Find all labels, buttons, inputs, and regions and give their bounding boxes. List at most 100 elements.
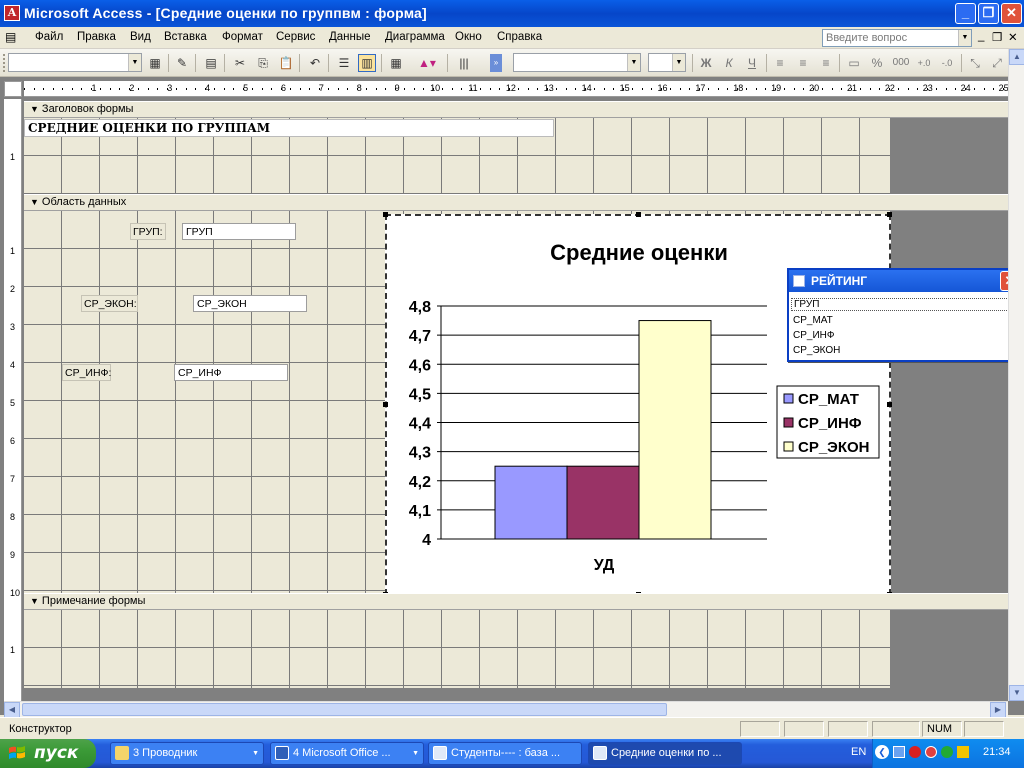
undo-icon[interactable]: ↶ — [306, 54, 324, 72]
view-icon[interactable]: ✎ — [173, 54, 191, 72]
angle-text-up-icon[interactable]: ⤢ — [988, 54, 1006, 72]
horizontal-scrollbar[interactable]: ◀ ▶ — [4, 701, 1008, 718]
align-right-icon[interactable]: ≡ — [817, 54, 835, 72]
section-footer-bar[interactable]: ▼ Примечание формы — [24, 593, 1010, 610]
menu-chart[interactable]: Диаграмма — [385, 31, 445, 43]
chevron-down-icon[interactable]: ▼ — [958, 30, 971, 46]
data-table-icon[interactable]: ▦ — [387, 54, 405, 72]
thousands-button[interactable]: 000 — [890, 54, 912, 72]
copy-icon[interactable]: ⎘ — [254, 54, 272, 72]
align-center-icon[interactable]: ≡ — [794, 54, 812, 72]
field-list-item[interactable]: СР_ЭКОН — [793, 345, 840, 356]
percent-button[interactable]: % — [868, 54, 886, 72]
menu-window[interactable]: Окно — [455, 31, 482, 43]
menu-format[interactable]: Формат — [222, 31, 263, 43]
font-combo[interactable]: ▼ — [513, 53, 641, 72]
italic-button[interactable]: К — [720, 54, 738, 72]
security-icon[interactable] — [925, 746, 937, 758]
language-indicator[interactable]: EN — [851, 746, 866, 758]
menu-data[interactable]: Данные — [329, 31, 371, 43]
section-detail-bar[interactable]: ▼ Область данных — [24, 194, 1010, 211]
by-row-icon[interactable]: ☰ — [335, 54, 353, 72]
section-header-bar[interactable]: ▼ Заголовок формы — [24, 101, 1010, 118]
toolbar-options-icon[interactable]: » — [490, 54, 502, 72]
grup-label[interactable]: ГРУП: — [130, 223, 166, 240]
doc-menu-icon[interactable]: ▤ — [5, 30, 16, 44]
font-size-combo[interactable]: ▼ — [648, 53, 686, 72]
grup-field[interactable]: ГРУП — [182, 223, 296, 240]
sr-inf-label[interactable]: СР_ИНФ: — [62, 364, 111, 381]
task-form[interactable]: Средние оценки по ... — [588, 742, 742, 765]
sr-ekon-label[interactable]: СР_ЭКОН: — [81, 295, 138, 312]
volume-icon[interactable] — [957, 746, 969, 758]
vertical-ruler[interactable]: 1 1 2 3 4 5 6 7 8 9 10 1 — [4, 99, 22, 701]
menu-view[interactable]: Вид — [130, 31, 151, 43]
menu-file[interactable]: Файл — [35, 31, 63, 43]
scroll-up-icon[interactable]: ▲ — [1009, 49, 1024, 65]
field-list-window[interactable]: РЕЙТИНГ ✕ ГРУП СР_МАТ СР_ИНФ СР_ЭКОН — [787, 268, 1024, 362]
chart-legend[interactable]: СР_МАТ СР_ИНФ СР_ЭКОН — [776, 385, 880, 459]
scroll-right-icon[interactable]: ▶ — [990, 702, 1006, 718]
footer-section-grid[interactable] — [24, 610, 890, 688]
scroll-left-icon[interactable]: ◀ — [4, 702, 20, 718]
menu-tools[interactable]: Сервис — [276, 31, 315, 43]
task-office[interactable]: 4 Microsoft Office ... ▼ — [270, 742, 424, 765]
cut-icon[interactable]: ✂ — [231, 54, 249, 72]
close-button[interactable]: ✕ — [1001, 3, 1022, 24]
vertical-scrollbar[interactable]: ▲ ▼ — [1008, 49, 1024, 701]
resize-handle[interactable] — [636, 212, 641, 217]
ruler-corner[interactable] — [4, 81, 22, 97]
form-title-label[interactable]: СРЕДНИЕ ОЦЕНКИ ПО ГРУППАМ — [24, 119, 554, 137]
datasheet-icon[interactable]: ▤ — [202, 54, 220, 72]
chevron-left-icon[interactable]: ❮ — [875, 745, 889, 759]
scroll-thumb[interactable] — [22, 703, 667, 716]
sr-ekon-field[interactable]: СР_ЭКОН — [193, 295, 307, 312]
align-left-icon[interactable]: ≡ — [771, 54, 789, 72]
menu-insert[interactable]: Вставка — [164, 31, 207, 43]
antivirus-icon[interactable] — [909, 746, 921, 758]
menu-edit[interactable]: Правка — [77, 31, 116, 43]
chevron-down-icon[interactable]: ▼ — [672, 54, 685, 71]
messenger-icon[interactable] — [941, 746, 953, 758]
currency-icon[interactable]: ▭ — [845, 54, 863, 72]
properties-icon[interactable]: ▦ — [146, 54, 164, 72]
doc-minimize-button[interactable]: _ — [978, 30, 984, 42]
resize-handle[interactable] — [887, 212, 892, 217]
underline-button[interactable]: Ч — [743, 54, 761, 72]
object-combo[interactable]: ▼ — [8, 53, 142, 72]
field-list-item[interactable]: СР_ИНФ — [793, 330, 834, 341]
network-icon[interactable] — [893, 746, 905, 758]
by-column-icon[interactable]: ▥ — [358, 54, 376, 72]
minimize-button[interactable]: _ — [955, 3, 976, 24]
start-button[interactable]: пуск — [0, 739, 96, 768]
task-students-db[interactable]: Студенты---- : база ... — [428, 742, 582, 765]
bold-button[interactable]: Ж — [697, 54, 715, 72]
ruler-tick — [983, 88, 985, 90]
field-list-item[interactable]: СР_МАТ — [793, 315, 833, 326]
chevron-down-icon[interactable]: ▼ — [128, 54, 141, 71]
access-app-icon[interactable]: A — [4, 5, 20, 21]
sr-inf-field[interactable]: СР_ИНФ — [174, 364, 288, 381]
field-list-item[interactable]: ГРУП — [791, 298, 1019, 311]
chevron-down-icon[interactable]: ▼ — [627, 54, 640, 71]
resize-handle[interactable] — [383, 402, 388, 407]
gridlines-icon[interactable]: ||| — [455, 54, 473, 72]
task-explorer[interactable]: 3 Проводник ▼ — [110, 742, 264, 765]
paste-icon[interactable]: 📋 — [277, 54, 295, 72]
toolbar-grip[interactable] — [3, 54, 6, 72]
menu-help[interactable]: Справка — [497, 31, 542, 43]
increase-decimal-icon[interactable]: +.0 — [915, 54, 933, 72]
resize-handle[interactable] — [887, 402, 892, 407]
chart-type-icon[interactable]: ▲▾ — [412, 54, 442, 72]
horizontal-ruler[interactable]: 1 2 3 4 5 6 7 8 9 10 11 12 13 14 15 16 17 18 19 20 21 22 23 24 2… — [24, 81, 1010, 97]
angle-text-down-icon[interactable]: ⤡ — [966, 54, 984, 72]
doc-close-button[interactable]: ✕ — [1008, 30, 1018, 44]
resize-handle[interactable] — [383, 212, 388, 217]
restore-button[interactable]: ❐ — [978, 3, 999, 24]
doc-restore-button[interactable]: ❐ — [992, 30, 1002, 44]
scroll-down-icon[interactable]: ▼ — [1009, 685, 1024, 701]
decrease-decimal-icon[interactable]: -.0 — [938, 54, 956, 72]
field-list-titlebar[interactable]: РЕЙТИНГ ✕ — [789, 270, 1022, 292]
help-question-input[interactable]: Введите вопрос ▼ — [822, 29, 972, 47]
status-pane — [740, 721, 780, 737]
